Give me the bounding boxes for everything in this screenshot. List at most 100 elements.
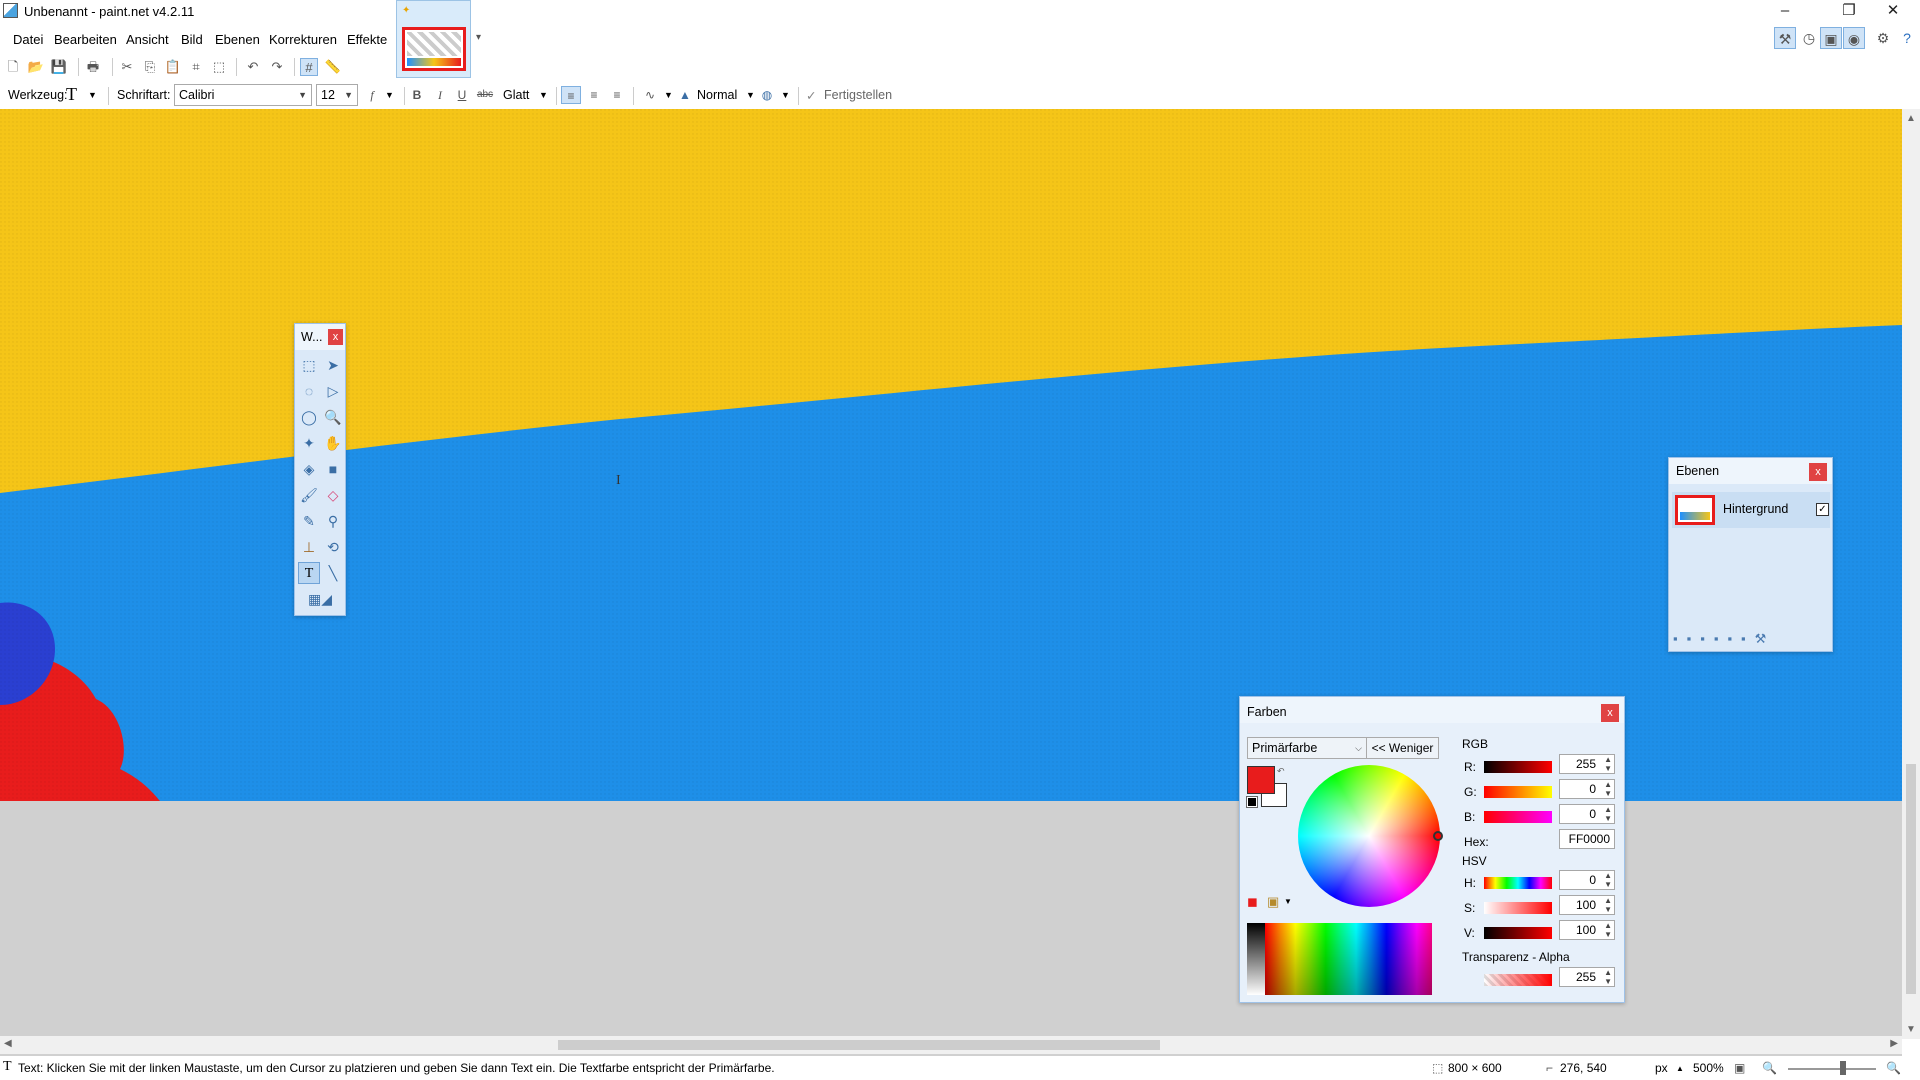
v-slider[interactable] bbox=[1484, 927, 1552, 939]
move-selection-icon[interactable]: ▷ bbox=[322, 380, 344, 402]
layers-window-header[interactable]: Ebenen x bbox=[1669, 458, 1832, 484]
redo-icon[interactable]: ↷ bbox=[268, 58, 286, 76]
menu-korrekturen[interactable]: Korrekturen bbox=[269, 32, 337, 47]
paintbrush-icon[interactable]: 🖌 bbox=[298, 484, 320, 506]
primary-color-swatch[interactable] bbox=[1247, 766, 1275, 794]
help-icon[interactable]: ? bbox=[1896, 27, 1918, 49]
colors-window-close-button[interactable]: x bbox=[1601, 704, 1619, 722]
layers-toggle-icon[interactable]: ▣ bbox=[1820, 27, 1842, 49]
tool-dropdown-chevron-icon[interactable]: ▼ bbox=[88, 90, 97, 100]
minimize-button[interactable]: – bbox=[1762, 0, 1808, 22]
zoom-slider-thumb[interactable] bbox=[1840, 1061, 1846, 1075]
b-slider[interactable] bbox=[1484, 811, 1552, 823]
deselect-icon[interactable]: ⬚ bbox=[210, 58, 228, 76]
crop-icon[interactable]: ⌗ bbox=[187, 58, 205, 76]
b-input[interactable]: 0 ▲ ▼ bbox=[1559, 804, 1615, 824]
new-file-icon[interactable]: 🗋 bbox=[4, 58, 22, 76]
eraser-icon[interactable]: ◇ bbox=[322, 484, 344, 506]
horizontal-scrollbar[interactable]: ◀ ▶ bbox=[0, 1036, 1902, 1054]
shapes-icon[interactable]: ▦◢ bbox=[298, 588, 342, 610]
palette-menu-icon[interactable]: ▣ bbox=[1267, 894, 1279, 910]
font-style-icon[interactable]: f bbox=[362, 86, 382, 104]
menu-effekte[interactable]: Effekte bbox=[347, 32, 387, 47]
bold-button[interactable]: B bbox=[407, 86, 427, 104]
paste-icon[interactable]: 📋 bbox=[164, 58, 182, 76]
h-slider[interactable] bbox=[1484, 877, 1552, 889]
antialiasing-chevron-icon[interactable]: ▼ bbox=[664, 90, 673, 100]
align-right-button[interactable]: ≡ bbox=[607, 86, 627, 104]
zoom-fit-icon[interactable]: ▣ bbox=[1734, 1061, 1745, 1075]
menu-ebenen[interactable]: Ebenen bbox=[215, 32, 260, 47]
finish-button[interactable]: Fertigstellen bbox=[824, 88, 892, 102]
scroll-right-icon[interactable]: ▶ bbox=[1890, 1038, 1898, 1049]
add-layer-icon[interactable]: ▪ bbox=[1673, 631, 1687, 646]
ruler-icon[interactable]: 📏 bbox=[324, 58, 342, 76]
palette-grayscale[interactable] bbox=[1247, 923, 1265, 995]
clipping-chevron-icon[interactable]: ▼ bbox=[781, 90, 790, 100]
tools-window-header[interactable]: W... x bbox=[295, 324, 345, 350]
color-wheel-handle[interactable] bbox=[1433, 831, 1443, 841]
text-tool-icon[interactable]: T bbox=[66, 84, 77, 105]
rectangle-select-icon[interactable]: ⬚ bbox=[298, 354, 320, 376]
layer-row-hintergrund[interactable]: Hintergrund ✓ bbox=[1672, 492, 1830, 528]
colors-window-header[interactable]: Farben x bbox=[1240, 697, 1624, 723]
g-slider[interactable] bbox=[1484, 786, 1552, 798]
menu-datei[interactable]: Datei bbox=[13, 32, 43, 47]
hex-input[interactable]: FF0000 bbox=[1559, 829, 1615, 849]
vertical-scrollbar[interactable]: ▲ ▼ bbox=[1902, 109, 1920, 1039]
cut-icon[interactable]: ✂ bbox=[118, 58, 136, 76]
open-file-icon[interactable]: 📂 bbox=[27, 58, 45, 76]
save-file-icon[interactable]: 💾 bbox=[50, 58, 68, 76]
ellipse-select-icon[interactable]: ◯ bbox=[298, 406, 320, 428]
recolor-icon[interactable]: ⟲ bbox=[322, 536, 344, 558]
restore-button[interactable]: ❐ bbox=[1826, 0, 1872, 22]
blend-mode-select[interactable]: Normal bbox=[697, 88, 737, 102]
vertical-scroll-thumb[interactable] bbox=[1906, 764, 1916, 994]
delete-layer-icon[interactable]: ▪ bbox=[1687, 631, 1701, 646]
finish-check-icon[interactable]: ✓ bbox=[806, 88, 816, 103]
blend-mode-chevron-icon[interactable]: ▼ bbox=[746, 90, 755, 100]
align-center-button[interactable]: ≡ bbox=[584, 86, 604, 104]
menu-bild[interactable]: Bild bbox=[181, 32, 203, 47]
r-input[interactable]: 255 ▲ ▼ bbox=[1559, 754, 1615, 774]
color-wheel[interactable] bbox=[1298, 765, 1440, 907]
duplicate-layer-icon[interactable]: ▪ bbox=[1700, 631, 1714, 646]
menu-bearbeiten[interactable]: Bearbeiten bbox=[54, 32, 117, 47]
s-slider[interactable] bbox=[1484, 902, 1552, 914]
scroll-left-icon[interactable]: ◀ bbox=[4, 1038, 12, 1049]
history-toggle-icon[interactable]: ◷ bbox=[1798, 27, 1820, 49]
antialias-select[interactable]: Glatt bbox=[503, 88, 529, 102]
selection-clipping-icon[interactable]: ◍ bbox=[757, 86, 777, 104]
scroll-down-icon[interactable]: ▼ bbox=[1902, 1024, 1920, 1035]
move-layer-down-icon[interactable]: ▪ bbox=[1741, 631, 1755, 646]
image-list-chevron-icon[interactable]: ▾ bbox=[476, 32, 481, 43]
horizontal-scroll-thumb[interactable] bbox=[558, 1040, 1160, 1050]
palette-menu-chevron-icon[interactable]: ▼ bbox=[1284, 897, 1292, 906]
color-palette[interactable] bbox=[1265, 923, 1432, 995]
color-mode-select[interactable]: Primärfarbe ⌵ bbox=[1247, 737, 1367, 759]
font-size-select[interactable]: 12 ▼ bbox=[316, 84, 358, 106]
print-icon[interactable]: 🖶 bbox=[84, 58, 102, 76]
italic-button[interactable]: I bbox=[430, 86, 450, 104]
tools-toggle-icon[interactable]: ⚒ bbox=[1774, 27, 1796, 49]
align-left-button[interactable]: ≡ bbox=[561, 86, 581, 104]
menu-ansicht[interactable]: Ansicht bbox=[126, 32, 169, 47]
gradient-icon[interactable]: ■ bbox=[322, 458, 344, 480]
undo-icon[interactable]: ↶ bbox=[244, 58, 262, 76]
zoom-icon[interactable]: 🔍 bbox=[322, 406, 344, 428]
alpha-input[interactable]: 255 ▲ ▼ bbox=[1559, 967, 1615, 987]
text-tool-button[interactable]: T bbox=[298, 562, 320, 584]
v-input[interactable]: 100 ▲ ▼ bbox=[1559, 920, 1615, 940]
underline-button[interactable]: U bbox=[452, 86, 472, 104]
add-to-palette-icon[interactable]: ◼ bbox=[1247, 894, 1258, 910]
paint-bucket-icon[interactable]: ◈ bbox=[298, 458, 320, 480]
colors-toggle-icon[interactable]: ◉ bbox=[1843, 27, 1865, 49]
strikethrough-button[interactable]: abc bbox=[475, 86, 495, 104]
unit-select[interactable]: px bbox=[1655, 1061, 1668, 1075]
pencil-icon[interactable]: ✎ bbox=[298, 510, 320, 532]
scroll-up-icon[interactable]: ▲ bbox=[1902, 113, 1920, 124]
reset-colors-icon[interactable] bbox=[1246, 796, 1258, 808]
grid-icon[interactable]: # bbox=[300, 58, 318, 76]
zoom-in-icon[interactable]: 🔍 bbox=[1886, 1061, 1901, 1075]
line-curve-icon[interactable]: ╲ bbox=[322, 562, 344, 584]
